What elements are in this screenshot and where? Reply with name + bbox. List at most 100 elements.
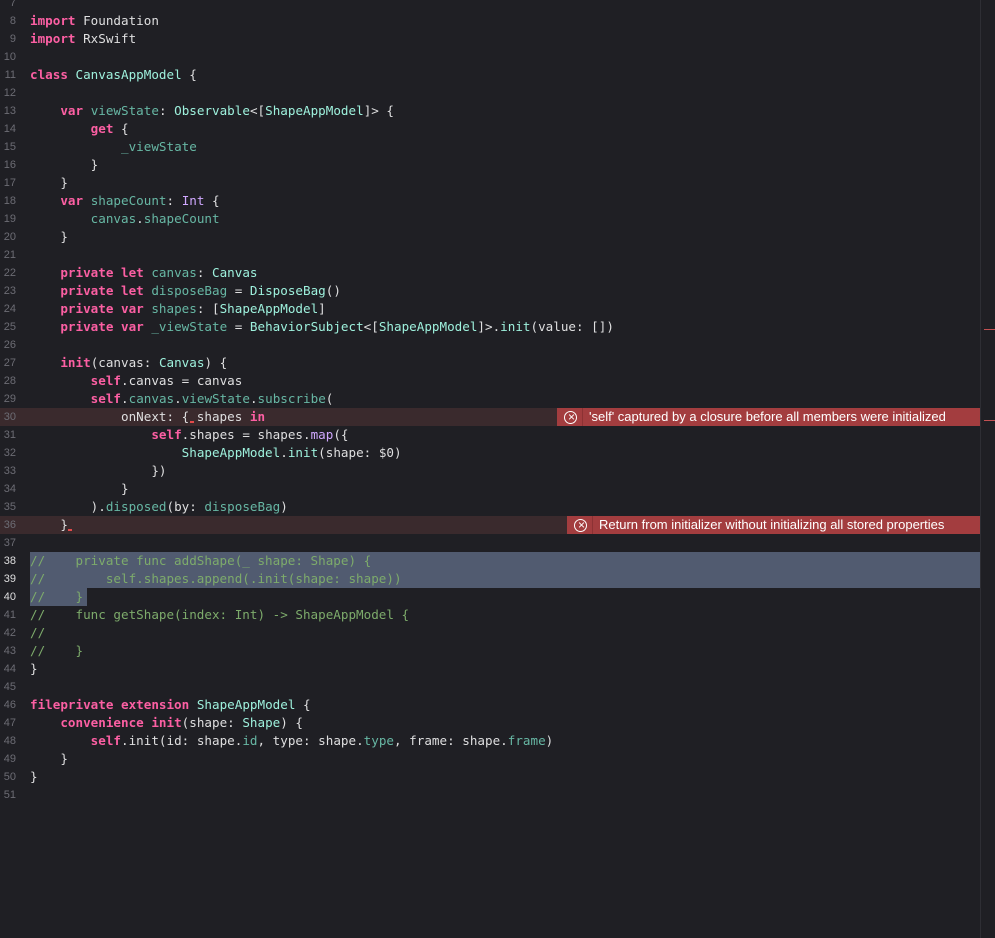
code-text-area[interactable]: import Foundation [30, 12, 980, 30]
code-line[interactable]: 51 [0, 786, 980, 804]
code-token: Observable [174, 103, 250, 118]
code-text-area[interactable]: } [30, 750, 980, 768]
error-message: Return from initializer without initiali… [599, 517, 945, 532]
code-text-area[interactable]: import RxSwift [30, 30, 980, 48]
code-line[interactable]: 47 convenience init(shape: Shape) { [0, 714, 980, 732]
code-line[interactable]: 21 [0, 246, 980, 264]
code-text-area[interactable]: // [30, 624, 980, 642]
code-text-area[interactable]: canvas.shapeCount [30, 210, 980, 228]
code-text-area[interactable]: } [30, 660, 980, 678]
code-text-area[interactable]: self.shapes = shapes.map({ [30, 426, 980, 444]
code-line[interactable]: 50} [0, 768, 980, 786]
code-text-area[interactable]: convenience init(shape: Shape) { [30, 714, 980, 732]
code-token: { [181, 67, 197, 82]
code-text-area[interactable]: var shapeCount: Int { [30, 192, 980, 210]
code-line[interactable]: 20 } [0, 228, 980, 246]
code-line[interactable]: 34 } [0, 480, 980, 498]
code-line[interactable]: 22 private let canvas: Canvas [0, 264, 980, 282]
code-text-area[interactable]: // private func addShape(_ shape: Shape)… [30, 552, 980, 570]
code-text-area[interactable]: } [30, 228, 980, 246]
code-line[interactable]: 18 var shapeCount: Int { [0, 192, 980, 210]
code-text-area[interactable]: private var shapes: [ShapeAppModel] [30, 300, 980, 318]
code-text-area[interactable] [30, 0, 980, 12]
code-text-area[interactable] [30, 48, 980, 66]
error-banner-uninitialized-properties[interactable]: Return from initializer without initiali… [567, 516, 980, 534]
code-text-area[interactable] [30, 534, 980, 552]
code-line[interactable]: 28 self.canvas = canvas [0, 372, 980, 390]
code-text-area[interactable]: // func getShape(index: Int) -> ShapeApp… [30, 606, 980, 624]
code-text-area[interactable]: } [30, 174, 980, 192]
code-editor[interactable]: 7 8 import Foundation 9 import RxSwift 10 11 cl… [0, 0, 980, 938]
code-line[interactable]: 35 ).disposed(by: disposeBag) [0, 498, 980, 516]
code-line[interactable]: 49 } [0, 750, 980, 768]
code-line[interactable]: 43 // } [0, 642, 980, 660]
code-text-area[interactable] [30, 336, 980, 354]
code-line[interactable]: 40 // } [0, 588, 980, 606]
code-text-area[interactable]: private let canvas: Canvas [30, 264, 980, 282]
code-line[interactable]: 39 // self.shapes.append(.init(shape: sha… [0, 570, 980, 588]
code-line[interactable]: 45 [0, 678, 980, 696]
code-line[interactable]: 32 ShapeAppModel.init(shape: $0) [0, 444, 980, 462]
code-line[interactable]: 24 private var shapes: [ShapeAppModel] [0, 300, 980, 318]
code-line[interactable]: 44} [0, 660, 980, 678]
error-banner-self-captured[interactable]: 'self' captured by a closure before all … [557, 408, 980, 426]
code-token: fileprivate extension [30, 697, 190, 712]
code-token: } [30, 751, 68, 766]
code-text-area[interactable]: }) [30, 462, 980, 480]
code-line[interactable]: 25 private var _viewState = BehaviorSubj… [0, 318, 980, 336]
code-line[interactable]: 7 [0, 0, 980, 12]
code-text-area[interactable]: } [30, 768, 980, 786]
code-line[interactable]: 27 init(canvas: Canvas) { [0, 354, 980, 372]
line-number: 40 [3, 591, 16, 603]
code-text-area[interactable]: self.canvas = canvas [30, 372, 980, 390]
code-line[interactable]: 31 self.shapes = shapes.map({ [0, 426, 980, 444]
code-line[interactable]: 42 // [0, 624, 980, 642]
code-line[interactable]: 8 import Foundation [0, 12, 980, 30]
code-text-area[interactable]: } [30, 480, 980, 498]
code-line[interactable]: 12 [0, 84, 980, 102]
code-line[interactable]: 23 private let disposeBag = DisposeBag() [0, 282, 980, 300]
code-text-area[interactable] [30, 786, 980, 804]
code-line[interactable]: 36 } Return from initializer without ini… [0, 516, 980, 534]
code-line[interactable]: 17 } [0, 174, 980, 192]
code-text-area[interactable]: private var _viewState = BehaviorSubject… [30, 318, 980, 336]
code-line[interactable]: 46 fileprivate extension ShapeAppModel { [0, 696, 980, 714]
code-text-area[interactable]: fileprivate extension ShapeAppModel { [30, 696, 980, 714]
code-text-area[interactable] [30, 246, 980, 264]
code-line[interactable]: 37 [0, 534, 980, 552]
code-line[interactable]: 38 // private func addShape(_ shape: Shap… [0, 552, 980, 570]
code-text-area[interactable]: ).disposed(by: disposeBag) [30, 498, 980, 516]
code-line[interactable]: 11 class CanvasAppModel { [0, 66, 980, 84]
code-line[interactable]: 10 [0, 48, 980, 66]
code-text-area[interactable]: self.init(id: shape.id, type: shape.type… [30, 732, 980, 750]
code-text-area[interactable]: // } [30, 588, 980, 606]
code-text-area[interactable]: get { [30, 120, 980, 138]
code-line[interactable]: 14 get { [0, 120, 980, 138]
code-line[interactable]: 16 } [0, 156, 980, 174]
code-text-area[interactable]: self.canvas.viewState.subscribe( [30, 390, 980, 408]
code-line[interactable]: 26 [0, 336, 980, 354]
code-text-area[interactable] [30, 678, 980, 696]
code-line[interactable]: 48 self.init(id: shape.id, type: shape.t… [0, 732, 980, 750]
code-line[interactable]: 19 canvas.shapeCount [0, 210, 980, 228]
code-line[interactable]: 33 }) [0, 462, 980, 480]
code-line[interactable]: 15 _viewState [0, 138, 980, 156]
code-line[interactable]: 13 var viewState: Observable<[ShapeAppMo… [0, 102, 980, 120]
code-text-area[interactable]: _viewState [30, 138, 980, 156]
code-text-area[interactable]: class CanvasAppModel { [30, 66, 980, 84]
code-line[interactable]: 29 self.canvas.viewState.subscribe( [0, 390, 980, 408]
code-text-area[interactable]: } [30, 156, 980, 174]
code-line[interactable]: 41 // func getShape(index: Int) -> ShapeA… [0, 606, 980, 624]
minimap-scroll-track[interactable] [980, 0, 995, 938]
code-text-area[interactable]: ShapeAppModel.init(shape: $0) [30, 444, 980, 462]
code-token: onNext: { shapes [30, 409, 250, 424]
code-line[interactable]: 30 onNext: { shapes in 'self' captured b… [0, 408, 980, 426]
code-text-area[interactable]: // } [30, 642, 980, 660]
code-text-area[interactable]: private let disposeBag = DisposeBag() [30, 282, 980, 300]
code-text-area[interactable]: init(canvas: Canvas) { [30, 354, 980, 372]
code-text-area[interactable]: // self.shapes.append(.init(shape: shape… [30, 570, 980, 588]
code-text-area[interactable]: var viewState: Observable<[ShapeAppModel… [30, 102, 980, 120]
code-line[interactable]: 9 import RxSwift [0, 30, 980, 48]
code-text-area[interactable] [30, 84, 980, 102]
